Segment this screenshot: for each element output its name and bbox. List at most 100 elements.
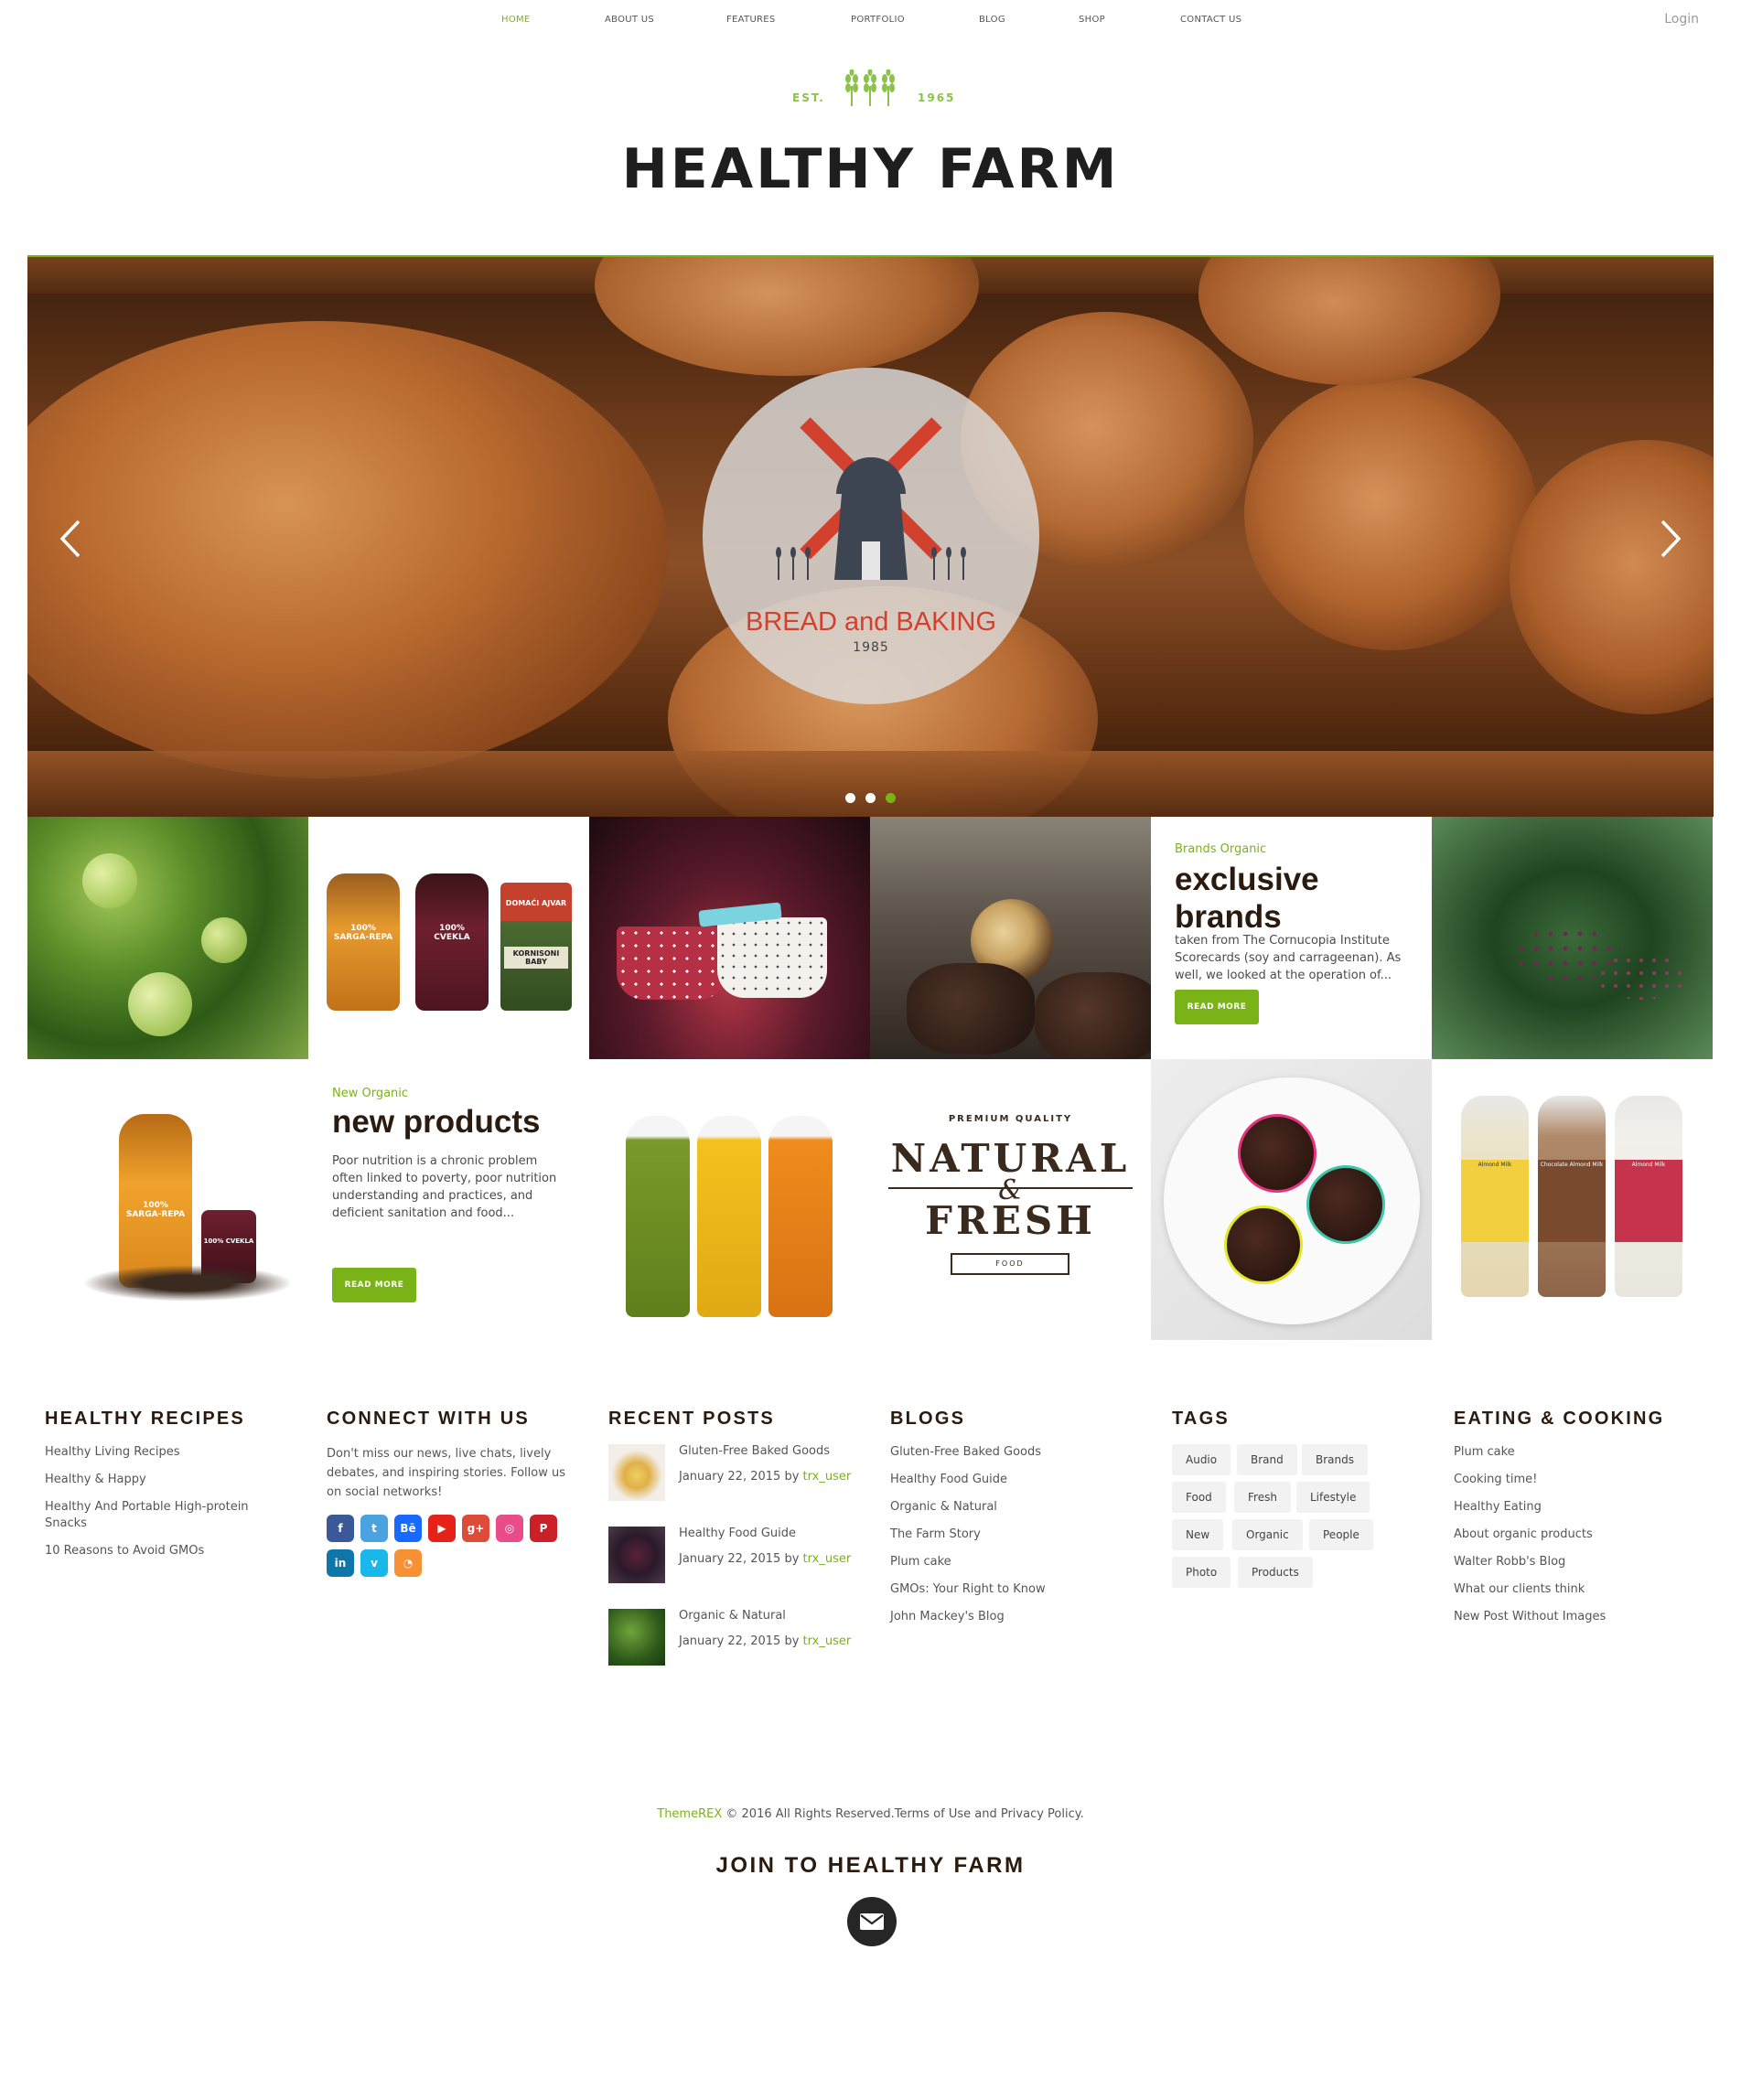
post-thumbnail[interactable]: [608, 1444, 665, 1501]
eating-link[interactable]: What our clients think: [1454, 1581, 1701, 1598]
behance-icon[interactable]: Bē: [394, 1515, 422, 1542]
tag-link[interactable]: Products: [1238, 1557, 1313, 1588]
email-subscribe-button[interactable]: [847, 1897, 897, 1946]
nav-item-shop[interactable]: SHOP: [1079, 15, 1105, 25]
blog-link[interactable]: Plum cake: [890, 1554, 1137, 1570]
slider-dot[interactable]: [865, 793, 876, 803]
footer-widgets: HEALTHY RECIPES Healthy Living Recipes H…: [0, 1409, 1741, 1683]
jar-label: DOMAĆI AJVAR: [505, 899, 567, 907]
blog-link[interactable]: Gluten-Free Baked Goods: [890, 1444, 1137, 1461]
tag-link[interactable]: New: [1172, 1519, 1224, 1550]
vimeo-icon[interactable]: v: [360, 1549, 388, 1577]
tile-almond-milk[interactable]: Almond Milk Chocolate Almond Milk Almond…: [1432, 1059, 1713, 1340]
tile-green-apples[interactable]: [27, 817, 308, 1059]
tile-kicker[interactable]: New Organic: [332, 1087, 408, 1100]
recipe-link[interactable]: 10 Reasons to Avoid GMOs: [45, 1543, 292, 1559]
post-date: January 22, 2015: [679, 1634, 781, 1648]
eating-link[interactable]: Walter Robb's Blog: [1454, 1554, 1701, 1570]
read-more-button[interactable]: READ MORE: [1175, 990, 1259, 1024]
pinterest-icon[interactable]: P: [530, 1515, 557, 1542]
tile-heading[interactable]: exclusive brands: [1175, 861, 1413, 936]
tag-link[interactable]: Photo: [1172, 1557, 1231, 1588]
site-logo[interactable]: EST. 1965 HEALTHY FARM: [0, 68, 1741, 201]
cupcake-liner-image: [717, 917, 827, 998]
post-title[interactable]: Gluten-Free Baked Goods: [679, 1444, 830, 1458]
muffin-image: [1238, 1114, 1316, 1193]
slider-prev-arrow-icon[interactable]: [57, 516, 84, 562]
linkedin-icon[interactable]: in: [327, 1549, 354, 1577]
tile-kicker[interactable]: Brands Organic: [1175, 842, 1266, 856]
post-title[interactable]: Healthy Food Guide: [679, 1527, 796, 1540]
tile-jars[interactable]: 100% SARGA-REPA 100% CVEKLA DOMAĆI AJVAR…: [308, 817, 589, 1059]
milk-bottle-image: Almond Milk: [1615, 1096, 1682, 1297]
cheese-wheel-image: [595, 257, 979, 376]
blog-link[interactable]: The Farm Story: [890, 1527, 1137, 1543]
recipe-link[interactable]: Healthy Living Recipes: [45, 1444, 292, 1461]
tile-product-bottle[interactable]: 100% SARGA-REPA 100% CVEKLA: [27, 1059, 308, 1340]
nav-item-portfolio[interactable]: PORTFOLIO: [851, 15, 905, 25]
recent-post[interactable]: Healthy Food Guide January 22, 2015 by t…: [608, 1527, 855, 1609]
slider-pagination: [845, 789, 906, 803]
tile-natural-fresh[interactable]: PREMIUM QUALITY NATURAL & FRESH FOOD: [870, 1059, 1151, 1340]
tag-link[interactable]: Fresh: [1234, 1482, 1291, 1513]
blog-link[interactable]: GMOs: Your Right to Know: [890, 1581, 1137, 1598]
recipe-link[interactable]: Healthy And Portable High-protein Snacks: [45, 1499, 264, 1532]
tile-heading[interactable]: new products: [332, 1103, 579, 1141]
slider-dot-active[interactable]: [886, 793, 896, 803]
youtube-icon[interactable]: ▶: [428, 1515, 456, 1542]
tile-juice-bottles[interactable]: [589, 1059, 870, 1340]
dribbble-icon[interactable]: ◎: [496, 1515, 523, 1542]
facebook-icon[interactable]: f: [327, 1515, 354, 1542]
blog-link[interactable]: John Mackey's Blog: [890, 1609, 1137, 1625]
recent-post[interactable]: Gluten-Free Baked Goods January 22, 2015…: [608, 1444, 855, 1527]
blog-link[interactable]: Healthy Food Guide: [890, 1472, 1137, 1488]
jar-label: 100% CVEKLA: [434, 924, 470, 942]
post-thumbnail[interactable]: [608, 1609, 665, 1666]
post-title[interactable]: Organic & Natural: [679, 1609, 786, 1623]
tag-link[interactable]: Food: [1172, 1482, 1226, 1513]
post-author-link[interactable]: trx_user: [803, 1552, 852, 1566]
recipe-link[interactable]: Healthy & Happy: [45, 1472, 292, 1488]
orange-juice-bottle-image: [768, 1116, 833, 1317]
eating-link[interactable]: Plum cake: [1454, 1444, 1701, 1461]
tag-link[interactable]: Brands: [1302, 1444, 1368, 1475]
tag-link[interactable]: Organic: [1232, 1519, 1303, 1550]
tile-cupcake-liners[interactable]: [589, 817, 870, 1059]
eating-link[interactable]: Cooking time!: [1454, 1472, 1701, 1488]
tag-link[interactable]: Brand: [1237, 1444, 1297, 1475]
widget-title: HEALTHY RECIPES: [45, 1409, 245, 1429]
tag-link[interactable]: Audio: [1172, 1444, 1231, 1475]
login-link[interactable]: Login: [1664, 12, 1699, 27]
nav-item-blog[interactable]: BLOG: [979, 15, 1005, 25]
slider-dot[interactable]: [845, 793, 855, 803]
tag-link[interactable]: Lifestyle: [1296, 1482, 1370, 1513]
terms-link[interactable]: Terms of Use and Privacy Policy.: [895, 1807, 1084, 1821]
hero-slider[interactable]: BREAD and BAKING 1985: [27, 255, 1714, 817]
read-more-button[interactable]: READ MORE: [332, 1268, 416, 1302]
nav-item-contact-us[interactable]: CONTACT US: [1180, 15, 1241, 25]
google-plus-icon[interactable]: g+: [462, 1515, 489, 1542]
tile-chocolate-candy[interactable]: [870, 817, 1151, 1059]
eating-link[interactable]: New Post Without Images: [1454, 1609, 1701, 1625]
blog-link[interactable]: Organic & Natural: [890, 1499, 1137, 1516]
post-author-link[interactable]: trx_user: [803, 1634, 852, 1648]
eating-link[interactable]: About organic products: [1454, 1527, 1701, 1543]
slider-next-arrow-icon[interactable]: [1657, 516, 1684, 562]
tile-berries[interactable]: [1432, 817, 1713, 1059]
recent-post[interactable]: Organic & Natural January 22, 2015 by tr…: [608, 1609, 855, 1691]
nav-item-home[interactable]: HOME: [501, 15, 531, 25]
tag-link[interactable]: People: [1309, 1519, 1373, 1550]
post-meta: January 22, 2015 by trx_user: [679, 1552, 851, 1566]
nav-item-about-us[interactable]: ABOUT US: [605, 15, 654, 25]
rss-icon[interactable]: ◔: [394, 1549, 422, 1577]
post-author-link[interactable]: trx_user: [803, 1470, 852, 1484]
twitter-icon[interactable]: t: [360, 1515, 388, 1542]
tile-exclusive-brands[interactable]: Brands Organic exclusive brands taken fr…: [1151, 817, 1432, 1059]
widget-eating-cooking: EATING & COOKING Plum cake Cooking time!…: [1454, 1409, 1701, 1636]
tile-muffins[interactable]: [1151, 1059, 1432, 1340]
themerex-link[interactable]: ThemeREX: [657, 1807, 722, 1821]
tile-new-products[interactable]: New Organic new products Poor nutrition …: [308, 1059, 589, 1340]
eating-link[interactable]: Healthy Eating: [1454, 1499, 1701, 1516]
nav-item-features[interactable]: FEATURES: [726, 15, 776, 25]
post-thumbnail[interactable]: [608, 1527, 665, 1583]
